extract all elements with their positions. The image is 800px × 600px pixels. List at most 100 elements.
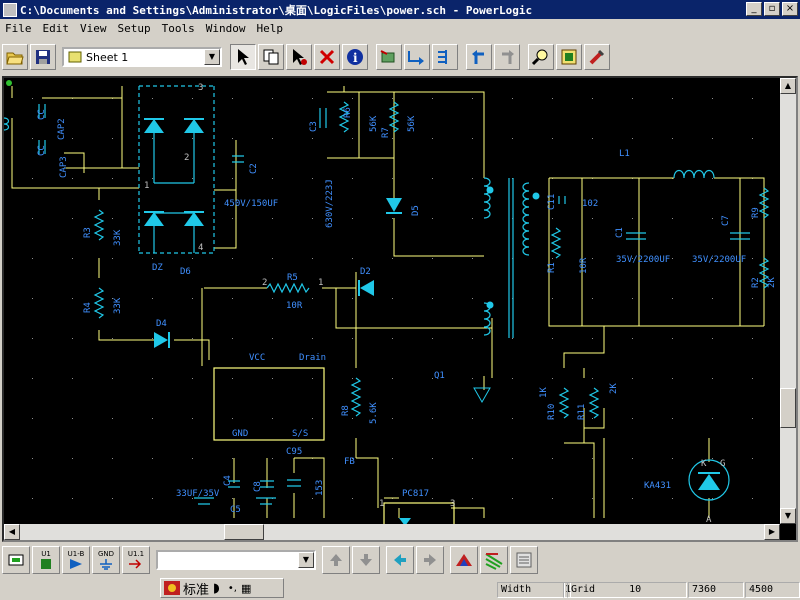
vertical-scrollbar[interactable]: ▲ ▼ xyxy=(780,78,796,524)
open-button[interactable] xyxy=(2,44,28,70)
svg-text:5.6K: 5.6K xyxy=(369,402,379,424)
svg-text:C2: C2 xyxy=(249,163,259,174)
grid-dot xyxy=(392,98,393,99)
menu-view[interactable]: View xyxy=(75,22,113,35)
grid-label: Grid xyxy=(571,584,596,595)
info-button[interactable]: i xyxy=(342,44,368,70)
grid-dot xyxy=(552,338,553,339)
grid-dot xyxy=(712,298,713,299)
x-coordinate: 7360 xyxy=(688,582,744,598)
grid-dot xyxy=(472,298,473,299)
arrow-left-icon xyxy=(394,554,406,566)
scroll-left-icon[interactable]: ◀ xyxy=(4,524,20,540)
svg-text:4: 4 xyxy=(198,243,203,253)
u1b-tool[interactable]: U1-B xyxy=(62,546,90,574)
layer-tool-1[interactable] xyxy=(450,546,478,574)
layers-icon xyxy=(456,554,472,566)
add-bus-button[interactable] xyxy=(432,44,458,70)
add-part-button[interactable] xyxy=(376,44,402,70)
punctuation-icon[interactable]: •, xyxy=(228,583,237,594)
move-down-button[interactable] xyxy=(352,546,380,574)
grid-dot xyxy=(112,258,113,259)
tool-button[interactable] xyxy=(584,44,610,70)
grid-dot xyxy=(472,178,473,179)
grid-dot xyxy=(392,338,393,339)
select-tool-button[interactable] xyxy=(230,44,256,70)
schematic-drawing[interactable]: CAP2 CAP3 CC CC DZ D6 C2 R6 R7 C3 D5 C11… xyxy=(4,78,780,524)
labels: CAP2 CAP3 CC CC DZ D6 C2 R6 R7 C3 D5 C11… xyxy=(37,107,777,515)
grid-dot xyxy=(152,178,153,179)
save-button[interactable] xyxy=(30,44,56,70)
minimize-button[interactable]: _ xyxy=(746,2,762,16)
origin-marker xyxy=(6,80,12,86)
delete-button[interactable] xyxy=(314,44,340,70)
chevron-down-icon[interactable]: ▼ xyxy=(298,552,314,568)
grid-dot xyxy=(752,338,753,339)
zoom-icon xyxy=(532,49,548,66)
menu-edit[interactable]: Edit xyxy=(38,22,76,35)
properties-button[interactable] xyxy=(556,44,582,70)
grid-dot xyxy=(272,378,273,379)
menu-setup[interactable]: Setup xyxy=(113,22,157,35)
u1-1-tool[interactable]: U1.1 xyxy=(122,546,150,574)
schematic-canvas[interactable]: CAP2 CAP3 CC CC DZ D6 C2 R6 R7 C3 D5 C11… xyxy=(2,76,798,542)
scroll-right-icon[interactable]: ▶ xyxy=(764,524,780,540)
grid-dot xyxy=(752,298,753,299)
vertical-scroll-thumb[interactable] xyxy=(780,388,796,428)
restore-button[interactable]: ▫ xyxy=(764,2,780,16)
add-connection-button[interactable] xyxy=(404,44,430,70)
grid-dot xyxy=(632,458,633,459)
grid-dot xyxy=(712,98,713,99)
grid-dot xyxy=(712,418,713,419)
half-width-icon[interactable]: ◗ xyxy=(213,581,220,596)
add-part-tool[interactable] xyxy=(2,546,30,574)
grid-dot xyxy=(272,218,273,219)
keyboard-icon[interactable]: ▦ xyxy=(241,582,251,595)
select-pointer-button[interactable] xyxy=(286,44,312,70)
grid-dot xyxy=(232,138,233,139)
scroll-up-icon[interactable]: ▲ xyxy=(780,78,796,94)
gnd-tool[interactable]: GND xyxy=(92,546,120,574)
svg-text:1K: 1K xyxy=(539,387,549,398)
select-icon xyxy=(238,49,249,65)
undo-button[interactable] xyxy=(466,44,492,70)
horizontal-scroll-thumb[interactable] xyxy=(224,524,264,540)
menu-window[interactable]: Window xyxy=(201,22,252,35)
copy-button[interactable] xyxy=(258,44,284,70)
grid-dot xyxy=(512,458,513,459)
menu-tools[interactable]: Tools xyxy=(157,22,201,35)
svg-text:C7: C7 xyxy=(721,215,731,226)
grid-dot xyxy=(192,458,193,459)
zoom-button[interactable] xyxy=(528,44,554,70)
svg-text:R5: R5 xyxy=(287,273,298,283)
grid-dot xyxy=(272,458,273,459)
svg-text:A: A xyxy=(706,515,712,524)
layer-tool-3[interactable] xyxy=(510,546,538,574)
ime-mode-label[interactable]: 标准 xyxy=(183,579,209,598)
close-button[interactable]: × xyxy=(782,2,798,16)
grid-dot xyxy=(472,458,473,459)
move-up-button[interactable] xyxy=(322,546,350,574)
sheet-select[interactable]: Sheet 1 ▼ xyxy=(62,47,222,67)
search-combo[interactable]: ▼ xyxy=(156,550,316,570)
grid-dot xyxy=(672,418,673,419)
grid-dot xyxy=(232,258,233,259)
chevron-down-icon[interactable]: ▼ xyxy=(204,49,220,65)
grid-dot xyxy=(432,178,433,179)
ime-toolbar[interactable]: 标准 ◗ •, ▦ xyxy=(160,578,284,598)
move-right-button[interactable] xyxy=(416,546,444,574)
redo-button[interactable] xyxy=(494,44,520,70)
horizontal-scrollbar[interactable]: ◀ ▶ xyxy=(4,524,780,540)
grid-dot xyxy=(752,418,753,419)
svg-text:2K: 2K xyxy=(609,383,619,394)
scroll-down-icon[interactable]: ▼ xyxy=(780,508,796,524)
width-status: Width xyxy=(497,582,565,598)
grid-dot xyxy=(352,138,353,139)
u1-tool[interactable]: U1 xyxy=(32,546,60,574)
grid-dot xyxy=(672,98,673,99)
layer-tool-2[interactable] xyxy=(480,546,508,574)
menu-help[interactable]: Help xyxy=(252,22,290,35)
svg-text:R3: R3 xyxy=(83,227,93,238)
move-left-button[interactable] xyxy=(386,546,414,574)
menu-file[interactable]: File xyxy=(0,22,38,35)
